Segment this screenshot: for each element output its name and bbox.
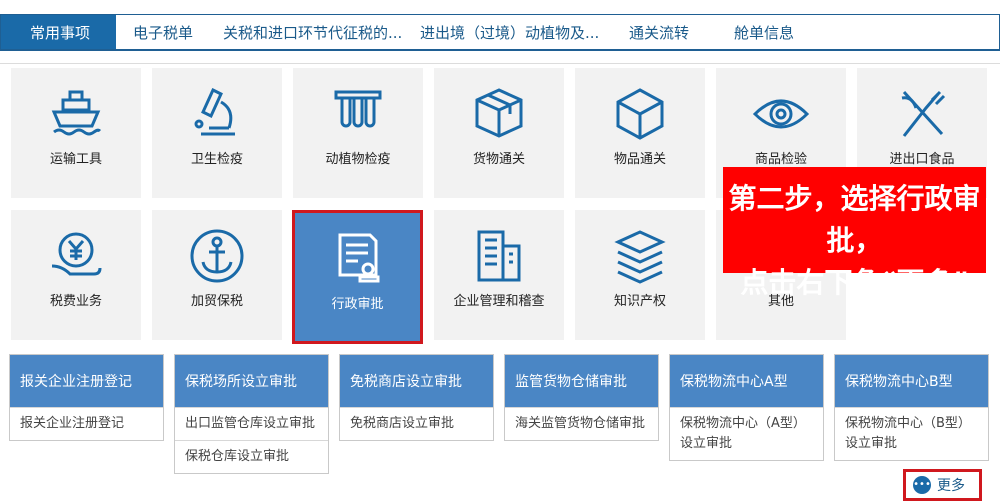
tile-label: 行政审批 [331, 297, 384, 312]
document-stamp-icon [338, 233, 379, 283]
tab-common-items[interactable]: 常用事项 [1, 15, 117, 49]
tile-bonded-processing[interactable]: 加贸保税 [152, 210, 282, 340]
card-item[interactable]: 报关企业注册登记 [10, 407, 163, 440]
tab-e-tax-bill[interactable]: 电子税单 [116, 15, 211, 49]
tile-label: 加贸保税 [190, 294, 243, 309]
tile-label: 企业管理和稽查 [453, 294, 545, 309]
tile-label: 税费业务 [49, 294, 102, 309]
card-logistics-center-a: 保税物流中心A型 保税物流中心（A型）设立审批 [669, 354, 824, 461]
tile-administrative-approval[interactable]: 行政审批 [292, 210, 423, 344]
card-title[interactable]: 保税物流中心B型 [835, 355, 988, 407]
card-title[interactable]: 免税商店设立审批 [340, 355, 493, 407]
card-bonded-site-approval: 保税场所设立审批 出口监管仓库设立审批 保税仓库设立审批 [174, 354, 329, 474]
tile-goods-clearance[interactable]: 货物通关 [434, 68, 564, 198]
card-supervised-storage-approval: 监管货物仓储审批 海关监管货物仓储审批 [504, 354, 659, 441]
tab-quarantine[interactable]: 进出境（过境）动植物及... [420, 15, 629, 49]
cube-icon [616, 88, 664, 140]
card-duty-free-shop-approval: 免税商店设立审批 免税商店设立审批 [339, 354, 494, 441]
card-item[interactable]: 保税物流中心（B型）设立审批 [835, 407, 988, 460]
instruction-annotation: 第二步，选择行政审批， 点击右下角“更多” [723, 167, 986, 299]
tile-label: 货物通关 [472, 152, 525, 167]
annotation-line-2: 点击右下角“更多” [740, 266, 969, 299]
tile-label: 进出口食品 [889, 152, 955, 167]
tile-label: 物品通关 [613, 152, 666, 167]
fork-knife-icon [901, 90, 946, 137]
tile-label: 知识产权 [613, 294, 666, 309]
more-label: 更多 [937, 478, 965, 494]
card-title[interactable]: 保税物流中心A型 [670, 355, 823, 407]
card-logistics-center-b: 保税物流中心B型 保税物流中心（B型）设立审批 [834, 354, 989, 461]
test-tubes-icon [334, 90, 382, 128]
card-item[interactable]: 免税商店设立审批 [340, 407, 493, 440]
ship-icon [51, 90, 102, 136]
eye-icon [752, 99, 810, 129]
tile-label: 动植物检疫 [325, 152, 391, 167]
tab-tariff[interactable]: 关税和进口环节代征税的... [211, 15, 420, 49]
tile-label: 卫生检疫 [190, 152, 243, 167]
card-item[interactable]: 保税仓库设立审批 [175, 440, 328, 473]
tile-articles-clearance[interactable]: 物品通关 [575, 68, 705, 198]
tile-enterprise-management[interactable]: 企业管理和稽查 [434, 210, 564, 340]
tile-label: 商品检验 [754, 152, 807, 167]
tile-health-quarantine[interactable]: 卫生检疫 [152, 68, 282, 198]
more-icon: ••• [913, 476, 931, 494]
tile-label: 运输工具 [49, 152, 102, 167]
card-title[interactable]: 报关企业注册登记 [10, 355, 163, 407]
card-item[interactable]: 出口监管仓库设立审批 [175, 407, 328, 440]
card-item[interactable]: 海关监管货物仓储审批 [505, 407, 658, 440]
tile-plant-animal-quarantine[interactable]: 动植物检疫 [293, 68, 423, 198]
books-icon [614, 230, 666, 284]
tab-manifest[interactable]: 舱单信息 [734, 15, 844, 49]
annotation-line-1: 第二步，选择行政审批， [728, 182, 981, 257]
card-customs-broker-registration: 报关企业注册登记 报关企业注册登记 [9, 354, 164, 441]
building-icon [477, 230, 521, 282]
tab-clearance-flow[interactable]: 通关流转 [629, 15, 734, 49]
divider [0, 63, 1000, 64]
tile-tax-business[interactable]: 税费业务 [11, 210, 141, 340]
tile-transport[interactable]: 运输工具 [11, 68, 141, 198]
yuan-hand-icon [51, 232, 102, 276]
more-button[interactable]: ••• 更多 [903, 469, 982, 501]
card-title[interactable]: 保税场所设立审批 [175, 355, 328, 407]
box-icon [475, 88, 523, 138]
microscope-icon [194, 87, 235, 136]
tab-bar: 常用事项 电子税单 关税和进口环节代征税的... 进出境（过境）动植物及... … [0, 14, 1000, 51]
anchor-icon [190, 229, 244, 283]
card-title[interactable]: 监管货物仓储审批 [505, 355, 658, 407]
tile-intellectual-property[interactable]: 知识产权 [575, 210, 705, 340]
card-item[interactable]: 保税物流中心（A型）设立审批 [670, 407, 823, 460]
